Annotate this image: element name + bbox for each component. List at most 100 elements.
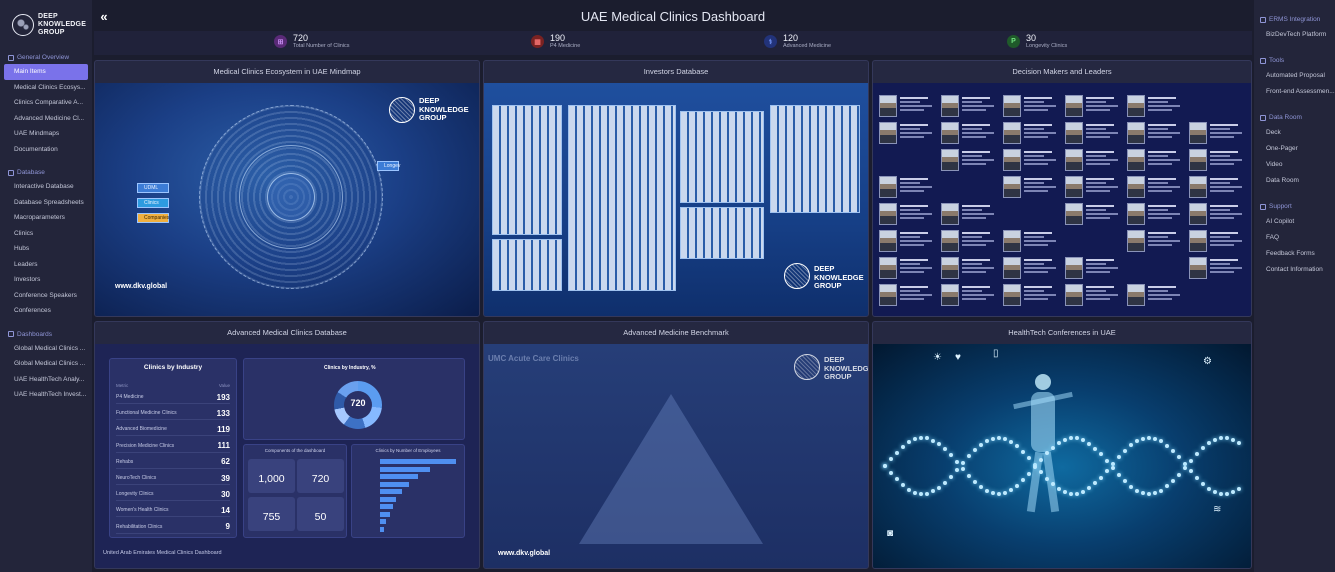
leader-card[interactable] <box>1003 257 1056 279</box>
rsidebar-item[interactable]: Contact Information <box>1254 262 1335 278</box>
leader-card[interactable] <box>1127 176 1180 198</box>
panel-mindmap[interactable]: Medical Clinics Ecosystem in UAE Mindmap… <box>94 60 480 317</box>
leader-card[interactable] <box>1065 95 1118 117</box>
leader-card[interactable] <box>941 284 994 306</box>
leader-card[interactable] <box>941 230 994 252</box>
sidebar-item-conferences[interactable]: Conferences <box>4 303 88 319</box>
leader-card[interactable] <box>1127 95 1180 117</box>
dna-helix-dot <box>1195 452 1199 457</box>
sidebar-item-global-clinics-1[interactable]: Global Medical Clinics ... <box>4 341 88 357</box>
sidebar-item-comparative[interactable]: Clinics Comparative A... <box>4 95 88 111</box>
rsidebar-item[interactable]: BizDevTech Platform <box>1254 27 1335 43</box>
sidebar-item-documentation[interactable]: Documentation <box>4 142 88 158</box>
leader-card[interactable] <box>1127 230 1180 252</box>
rsidebar-item[interactable]: Data Room <box>1254 173 1335 189</box>
leader-card[interactable] <box>879 203 932 225</box>
row-value: 14 <box>221 505 230 515</box>
sidebar-item-macroparameters[interactable]: Macroparameters <box>4 210 88 226</box>
leader-card[interactable] <box>1003 122 1056 144</box>
leader-card[interactable] <box>941 149 994 171</box>
dkg-brain-icon <box>794 354 820 380</box>
advanced-db-image[interactable]: Clinics by Industry Metric Value P4 Medic… <box>95 344 479 568</box>
leader-card[interactable] <box>1189 257 1242 279</box>
leaders-image[interactable] <box>873 83 1251 316</box>
sidebar-item-interactive-database[interactable]: Interactive Database <box>4 179 88 195</box>
leader-card[interactable] <box>1189 230 1242 252</box>
panel-investors[interactable]: Investors Database DEEP KNOWLEDGE GROUP <box>483 60 869 317</box>
leader-card[interactable] <box>1189 203 1242 225</box>
dna-helix-dot <box>1027 471 1031 476</box>
panel-advanced-db[interactable]: Advanced Medical Clinics Database Clinic… <box>94 321 480 569</box>
mindmap-tag-clinics[interactable]: Clinics <box>137 198 169 208</box>
sidebar-item-healthtech-investors[interactable]: UAE HealthTech Invest... <box>4 387 88 403</box>
sidebar-item-investors[interactable]: Investors <box>4 272 88 288</box>
rsidebar-item[interactable]: Video <box>1254 157 1335 173</box>
leader-card[interactable] <box>1127 203 1180 225</box>
mindmap-image[interactable]: UDML Clinics Companies Longev DEEP KNOWLE… <box>95 83 479 316</box>
leader-card[interactable] <box>941 95 994 117</box>
sidebar-item-hubs[interactable]: Hubs <box>4 241 88 257</box>
leader-card[interactable] <box>1003 230 1056 252</box>
rsidebar-item[interactable]: Feedback Forms <box>1254 246 1335 262</box>
sidebar-item-advanced-medicine[interactable]: Advanced Medicine Cl... <box>4 111 88 127</box>
leader-card[interactable] <box>1189 149 1242 171</box>
leader-card[interactable] <box>1003 95 1056 117</box>
leader-card[interactable] <box>1127 149 1180 171</box>
sidebar-item-main-items[interactable]: Main Items <box>4 64 88 80</box>
rsidebar-item[interactable]: Deck <box>1254 125 1335 141</box>
sidebar-item-healthtech-analytics[interactable]: UAE HealthTech Analy... <box>4 372 88 388</box>
leader-card[interactable] <box>941 122 994 144</box>
leader-card[interactable] <box>879 230 932 252</box>
panel-healthtech[interactable]: HealthTech Conferences in UAE ☀ ♥ ▯ ⚙ ≋ … <box>872 321 1252 569</box>
dna-helix-dot <box>1219 491 1223 496</box>
benchmark-image[interactable]: UMC Acute Care Clinics DEEP KNOWLEDGE GROU… <box>484 344 868 568</box>
healthtech-image[interactable]: ☀ ♥ ▯ ⚙ ≋ ◙ <box>873 344 1251 568</box>
panel-benchmark[interactable]: Advanced Medicine Benchmark UMC Acute Ca… <box>483 321 869 569</box>
sidebar-item-conference-speakers[interactable]: Conference Speakers <box>4 288 88 304</box>
panel-leaders[interactable]: Decision Makers and Leaders <box>872 60 1252 317</box>
mindmap-tag-longev[interactable]: Longev <box>377 161 400 171</box>
rsidebar-item[interactable]: One-Pager <box>1254 141 1335 157</box>
leader-card[interactable] <box>1003 284 1056 306</box>
brand-logo[interactable]: DEEP KNOWLEDGE GROUP <box>4 8 88 42</box>
dna-helix-dot <box>1165 443 1169 448</box>
sidebar-item-clinics[interactable]: Clinics <box>4 226 88 242</box>
leader-card[interactable] <box>879 284 932 306</box>
rsidebar-item[interactable]: FAQ <box>1254 230 1335 246</box>
leader-card[interactable] <box>1189 122 1242 144</box>
mindmap-tag-udml[interactable]: UDML <box>137 183 169 193</box>
leader-card[interactable] <box>879 95 932 117</box>
leader-card[interactable] <box>1065 122 1118 144</box>
leader-card[interactable] <box>941 203 994 225</box>
leader-card[interactable] <box>1065 257 1118 279</box>
leader-card[interactable] <box>1127 284 1180 306</box>
leader-text <box>900 178 932 198</box>
leader-card[interactable] <box>879 257 932 279</box>
row-label: Functional Medicine Clinics <box>116 410 177 417</box>
rsidebar-item[interactable]: Front-end Assessmen... <box>1254 84 1335 100</box>
sidebar-item-leaders[interactable]: Leaders <box>4 257 88 273</box>
leader-photo <box>1189 203 1207 225</box>
sidebar-item-spreadsheets[interactable]: Database Spreadsheets <box>4 195 88 211</box>
sidebar-item-ecosystem[interactable]: Medical Clinics Ecosys... <box>4 80 88 96</box>
rsidebar-item[interactable]: Automated Proposal <box>1254 68 1335 84</box>
dna-helix-dot <box>1069 491 1073 496</box>
leader-card[interactable] <box>1065 203 1118 225</box>
rsidebar-item[interactable]: AI Copilot <box>1254 214 1335 230</box>
leader-card[interactable] <box>1127 122 1180 144</box>
mindmap-tag-companies[interactable]: Companies <box>137 213 169 223</box>
dna-helix-dot <box>973 447 977 452</box>
leader-card[interactable] <box>1189 176 1242 198</box>
leader-card[interactable] <box>1065 149 1118 171</box>
leader-card[interactable] <box>1003 176 1056 198</box>
leader-text <box>900 286 932 306</box>
sidebar-item-global-clinics-2[interactable]: Global Medical Clinics ... <box>4 356 88 372</box>
investors-image[interactable]: DEEP KNOWLEDGE GROUP <box>484 83 868 316</box>
sidebar-item-mindmaps[interactable]: UAE Mindmaps <box>4 126 88 142</box>
leader-card[interactable] <box>1065 284 1118 306</box>
leader-card[interactable] <box>941 257 994 279</box>
leader-card[interactable] <box>879 176 932 198</box>
leader-card[interactable] <box>879 122 932 144</box>
leader-card[interactable] <box>1003 149 1056 171</box>
leader-card[interactable] <box>1065 176 1118 198</box>
